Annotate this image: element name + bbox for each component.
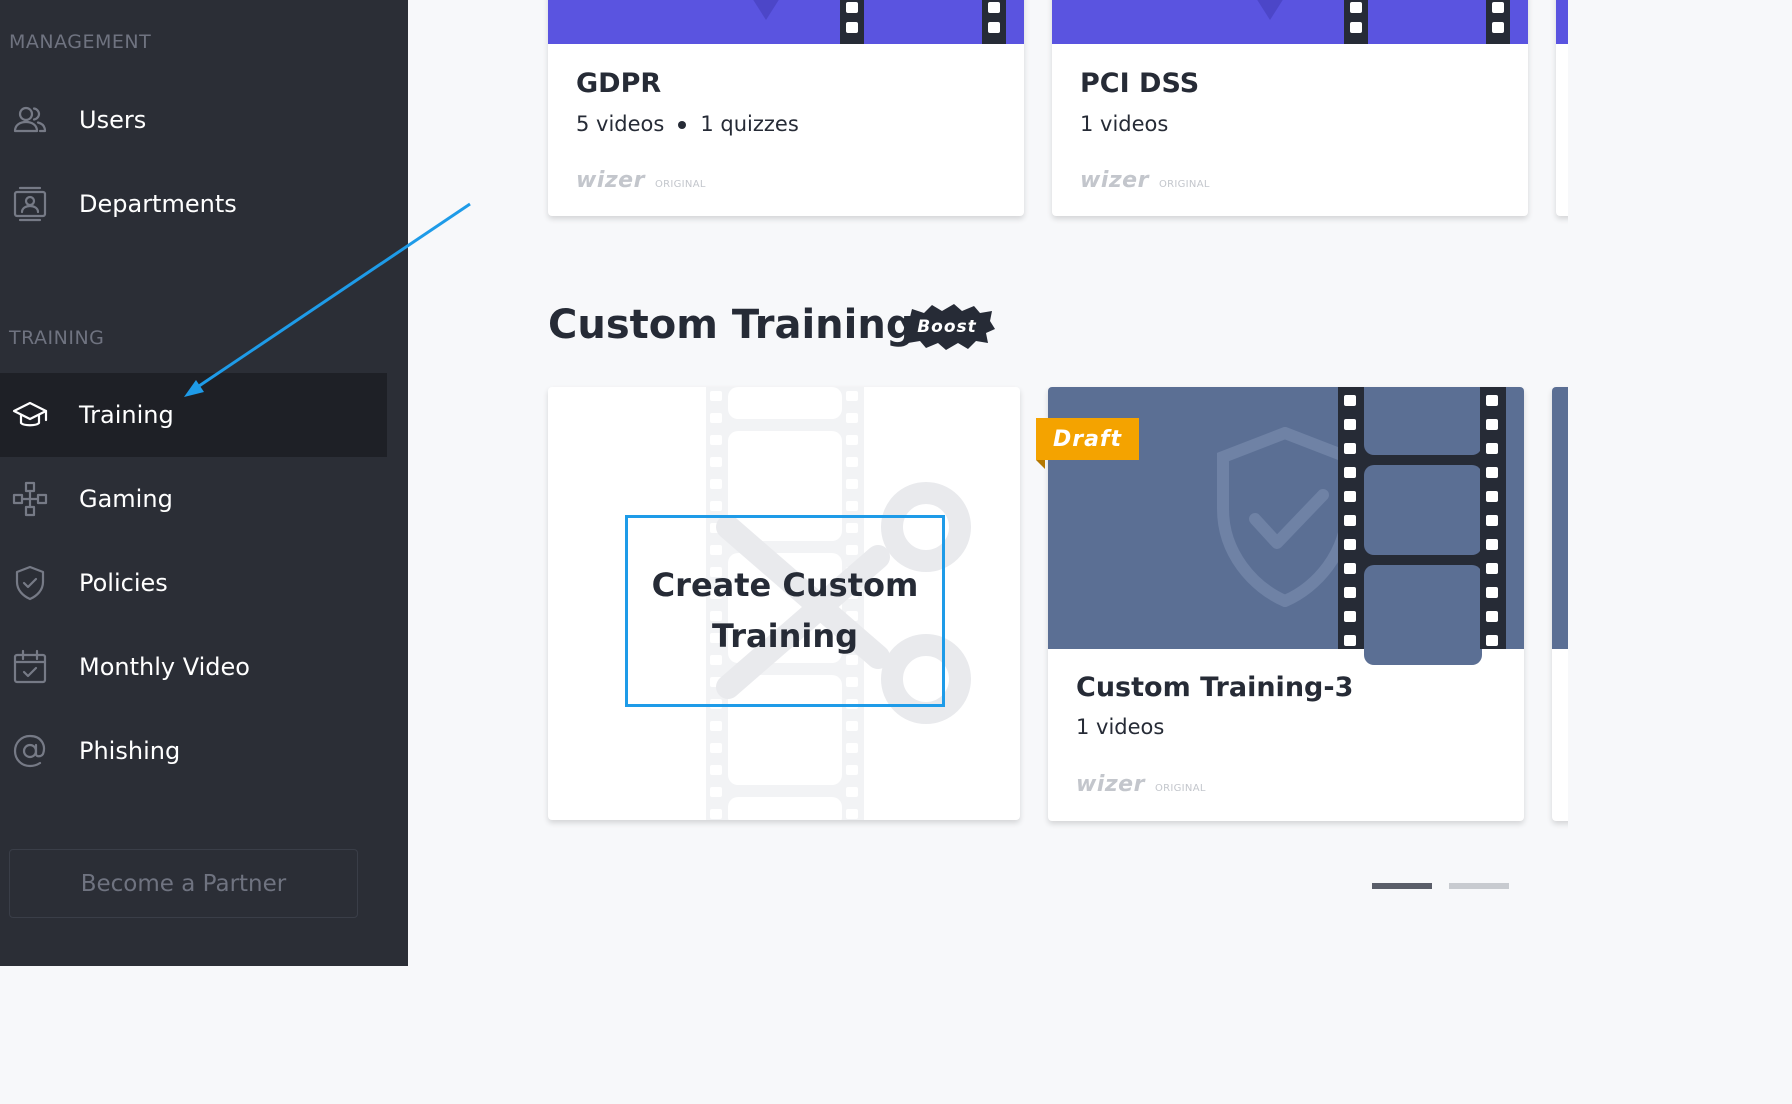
pager-dot[interactable] xyxy=(1449,883,1509,889)
gamepad-icon xyxy=(11,480,49,518)
pager-dot-active[interactable] xyxy=(1372,883,1432,889)
boost-label: Boost xyxy=(917,317,977,337)
sidebar-item-users[interactable]: Users xyxy=(0,78,387,162)
training-card-gdpr[interactable]: GDPR 5 videos 1 quizzes wizer ORIGINAL xyxy=(548,0,1024,216)
training-card-partial[interactable] xyxy=(1556,0,1568,216)
card-meta: 5 videos 1 quizzes xyxy=(576,112,799,136)
at-sign-icon xyxy=(11,732,49,770)
departments-icon xyxy=(11,185,49,223)
film-strip xyxy=(1486,0,1510,44)
sidebar-item-monthly-video[interactable]: Monthly Video xyxy=(0,625,387,709)
film-strip xyxy=(1338,387,1364,649)
sidebar-item-label: Users xyxy=(79,106,147,134)
film-strip xyxy=(982,0,1006,44)
video-count: 1 videos xyxy=(1076,715,1165,739)
film-strip xyxy=(1344,0,1368,44)
shield-icon xyxy=(1257,0,1283,20)
video-count: 5 videos xyxy=(576,112,665,136)
training-card-partial[interactable] xyxy=(1552,387,1568,821)
sidebar-item-gaming[interactable]: Gaming xyxy=(0,457,387,541)
card-meta: 1 videos xyxy=(1076,715,1164,739)
quiz-count: 1 quizzes xyxy=(700,112,799,136)
calendar-check-icon xyxy=(11,648,49,686)
card-meta: 1 videos xyxy=(1080,112,1168,136)
section-label-training: TRAINING xyxy=(9,327,105,349)
card-thumbnail xyxy=(1052,0,1528,44)
film-strip xyxy=(1480,387,1506,649)
sidebar: MANAGEMENT Users Departments TRAINING Tr… xyxy=(0,0,408,966)
shield-icon xyxy=(753,0,779,20)
wizer-original-logo: wizer ORIGINAL xyxy=(1080,168,1210,193)
create-custom-training-card[interactable]: Create Custom Training xyxy=(548,387,1020,820)
separator-dot xyxy=(678,121,687,129)
film-strip xyxy=(840,0,864,44)
wizer-original-logo: wizer ORIGINAL xyxy=(576,168,706,193)
draft-badge: Draft xyxy=(1036,418,1139,460)
sidebar-item-label: Policies xyxy=(79,569,168,597)
wizer-original-logo: wizer ORIGINAL xyxy=(1076,772,1206,797)
sidebar-item-training[interactable]: Training xyxy=(0,373,387,457)
card-thumbnail xyxy=(548,0,1024,44)
create-custom-training-label: Create Custom Training xyxy=(625,515,945,707)
sidebar-item-phishing[interactable]: Phishing xyxy=(0,709,387,793)
become-partner-button[interactable]: Become a Partner xyxy=(9,849,358,918)
video-count: 1 videos xyxy=(1080,112,1169,136)
graduation-cap-icon xyxy=(11,396,49,434)
main-content: GDPR 5 videos 1 quizzes wizer ORIGINAL PCI… xyxy=(408,0,1568,966)
card-title: PCI DSS xyxy=(1080,68,1200,99)
sidebar-item-departments[interactable]: Departments xyxy=(0,162,387,246)
sidebar-item-label: Phishing xyxy=(79,737,181,765)
card-title: Custom Training-3 xyxy=(1076,672,1354,703)
sidebar-item-label: Gaming xyxy=(79,485,173,513)
section-label-management: MANAGEMENT xyxy=(9,31,152,53)
boost-badge: Boost xyxy=(898,303,996,351)
training-card-pci-dss[interactable]: PCI DSS 1 videos wizer ORIGINAL xyxy=(1052,0,1528,216)
draft-badge-tail xyxy=(1036,460,1045,469)
film-frames xyxy=(1364,387,1482,665)
card-title: GDPR xyxy=(576,68,662,99)
shield-check-icon xyxy=(11,564,49,602)
section-heading-custom-training: Custom Training xyxy=(548,302,915,348)
sidebar-item-label: Departments xyxy=(79,190,237,218)
users-icon xyxy=(11,101,49,139)
sidebar-item-policies[interactable]: Policies xyxy=(0,541,387,625)
sidebar-item-label: Monthly Video xyxy=(79,653,250,681)
sidebar-item-label: Training xyxy=(79,401,174,429)
